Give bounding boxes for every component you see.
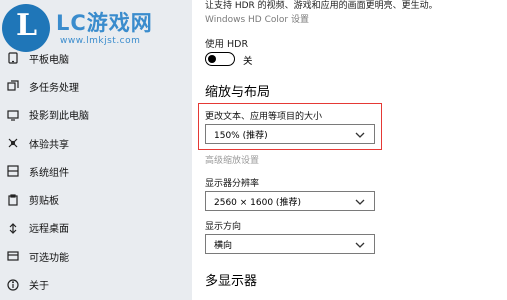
scale-dropdown-value: 150% (推荐) <box>214 130 268 141</box>
logo-letter: L <box>16 8 38 43</box>
sidebar-item-label: 多任务处理 <box>29 82 79 94</box>
sidebar-item-label: 剪贴板 <box>29 196 59 208</box>
chevron-down-icon <box>355 240 365 250</box>
tablet-icon <box>6 51 20 65</box>
sidebar-item-remote-desktop[interactable]: 远程桌面 <box>0 214 192 242</box>
sidebar-item-project[interactable]: 投影到此电脑 <box>0 101 192 129</box>
remote-desktop-icon <box>6 221 20 235</box>
sidebar-nav: 平板电脑 多任务处理 投影到此电脑 体验共享 系统组件 剪贴板 远程桌面 可选功… <box>0 44 192 299</box>
components-icon <box>6 164 20 178</box>
sidebar-item-clipboard[interactable]: 剪贴板 <box>0 185 192 213</box>
scale-dropdown[interactable]: 150% (推荐) <box>205 124 375 144</box>
scale-layout-heading: 缩放与布局 <box>205 85 271 100</box>
orientation-label: 显示方向 <box>205 222 242 232</box>
display-settings-panel: 让支持 HDR 的视频、游戏和应用的画面更明亮、更生动。 Windows HD … <box>192 0 507 300</box>
sidebar-item-label: 平板电脑 <box>29 54 69 66</box>
logo-title: LC游戏网 <box>56 11 153 35</box>
sidebar-item-label: 远程桌面 <box>29 224 69 236</box>
hdr-description: 让支持 HDR 的视频、游戏和应用的画面更明亮、更生动。 <box>205 1 438 11</box>
chevron-down-icon <box>355 197 365 207</box>
sidebar-item-optional-features[interactable]: 可选功能 <box>0 242 192 270</box>
sidebar-item-label: 关于 <box>29 281 49 293</box>
multi-display-heading: 多显示器 <box>205 274 258 289</box>
sidebar-item-components[interactable]: 系统组件 <box>0 157 192 185</box>
hd-color-settings-link[interactable]: Windows HD Color 设置 <box>205 12 309 25</box>
multitask-icon <box>6 79 20 93</box>
orientation-dropdown[interactable]: 横向 <box>205 234 375 254</box>
sidebar: L LC游戏网 www.lmkjst.com 平板电脑 多任务处理 投影到此电脑 <box>0 0 192 300</box>
hdr-toggle-state: 关 <box>243 56 253 67</box>
sidebar-item-label: 投影到此电脑 <box>29 111 89 123</box>
optional-features-icon <box>6 249 20 263</box>
sidebar-item-label: 系统组件 <box>29 167 69 179</box>
orientation-dropdown-value: 横向 <box>214 240 233 251</box>
resolution-label: 显示器分辨率 <box>205 179 260 189</box>
clipboard-icon <box>6 193 20 207</box>
resolution-dropdown-value: 2560 × 1600 (推荐) <box>214 197 301 208</box>
advanced-scaling-link[interactable]: 高级缩放设置 <box>205 153 259 166</box>
sidebar-item-tablet[interactable]: 平板电脑 <box>0 44 192 72</box>
scale-label: 更改文本、应用等项目的大小 <box>205 112 323 122</box>
hdr-toggle[interactable] <box>205 52 235 66</box>
toggle-knob <box>208 54 216 63</box>
sidebar-item-label: 体验共享 <box>29 139 69 151</box>
sidebar-item-label: 可选功能 <box>29 252 69 264</box>
chevron-down-icon <box>355 130 365 140</box>
share-icon <box>6 136 20 150</box>
project-icon <box>6 108 20 122</box>
sidebar-item-share[interactable]: 体验共享 <box>0 129 192 157</box>
sidebar-item-about[interactable]: 关于 <box>0 270 192 298</box>
resolution-dropdown[interactable]: 2560 × 1600 (推荐) <box>205 191 375 211</box>
sidebar-item-multitask[interactable]: 多任务处理 <box>0 72 192 100</box>
info-icon <box>6 278 20 292</box>
hdr-label: 使用 HDR <box>205 39 249 50</box>
